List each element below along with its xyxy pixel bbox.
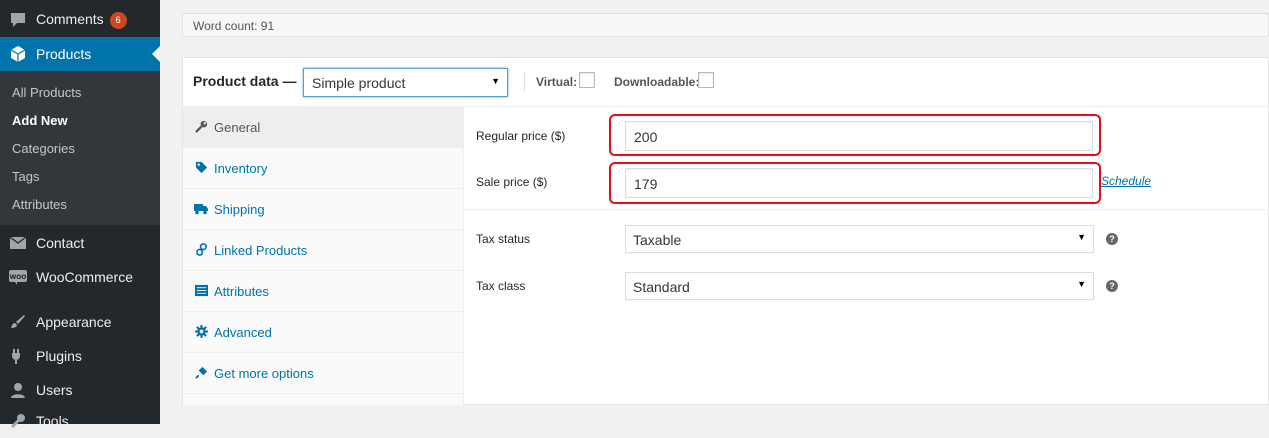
chevron-down-icon: ▼ xyxy=(1077,279,1086,289)
downloadable-checkbox[interactable] xyxy=(698,72,714,88)
chevron-down-icon: ▼ xyxy=(1077,232,1086,242)
menu-item-woocommerce[interactable]: WOO WooCommerce xyxy=(0,260,160,294)
product-type-value: Simple product xyxy=(312,75,406,91)
list-icon xyxy=(194,283,208,297)
menu-item-users[interactable]: Users xyxy=(0,373,160,407)
tax-class-label: Tax class xyxy=(476,279,526,293)
menu-label-appearance: Appearance xyxy=(36,314,112,330)
submenu-item-all-products[interactable]: All Products xyxy=(12,85,81,100)
tab-linked-products[interactable]: Linked Products xyxy=(183,230,463,271)
product-data-title: Product data — xyxy=(193,73,297,89)
help-icon[interactable]: ? xyxy=(1106,233,1118,245)
tab-inventory[interactable]: Inventory xyxy=(183,148,463,189)
virtual-checkbox[interactable] xyxy=(579,72,595,88)
downloadable-label: Downloadable: xyxy=(614,75,700,89)
editor-status-bar: Word count: 91 xyxy=(182,13,1269,37)
menu-item-plugins[interactable]: Plugins xyxy=(0,339,160,373)
menu-item-comments[interactable]: Comments 6 xyxy=(0,3,160,37)
tag-icon xyxy=(194,160,208,174)
tax-class-value: Standard xyxy=(633,279,690,295)
help-icon[interactable]: ? xyxy=(1106,280,1118,292)
sale-price-input[interactable]: 179 xyxy=(625,168,1093,198)
submenu-item-attributes[interactable]: Attributes xyxy=(12,197,67,212)
submenu-item-tags[interactable]: Tags xyxy=(12,169,39,184)
chevron-down-icon: ▼ xyxy=(491,76,500,86)
plug-icon xyxy=(194,365,208,379)
tax-status-label: Tax status xyxy=(476,232,531,246)
user-icon xyxy=(9,381,27,399)
menu-label-contact: Contact xyxy=(36,235,85,251)
products-submenu: All Products Add New Categories Tags Att… xyxy=(0,71,160,225)
panel-divider xyxy=(464,209,1269,210)
tax-class-select[interactable]: Standard ▼ xyxy=(625,272,1094,300)
menu-item-appearance[interactable]: Appearance xyxy=(0,305,160,339)
menu-label-products: Products xyxy=(36,46,92,62)
plug-icon xyxy=(9,347,27,365)
product-data-tabs: General Inventory Shipping Linked Produc… xyxy=(183,107,464,405)
general-panel: Regular price ($) 200 Sale price ($) 179… xyxy=(464,107,1269,405)
envelope-icon xyxy=(9,234,27,252)
tab-general[interactable]: General xyxy=(183,107,463,148)
tax-status-select[interactable]: Taxable ▼ xyxy=(625,225,1094,253)
product-data-header: Product data — Simple product ▼ Virtual:… xyxy=(183,58,1268,107)
menu-item-tools[interactable]: Tools xyxy=(0,404,160,438)
menu-label-plugins: Plugins xyxy=(36,348,82,364)
menu-label-woocommerce: WooCommerce xyxy=(36,269,133,285)
link-icon xyxy=(194,242,208,256)
word-count: Word count: 91 xyxy=(193,19,275,33)
tab-shipping[interactable]: Shipping xyxy=(183,189,463,230)
regular-price-label: Regular price ($) xyxy=(476,129,566,143)
submenu-item-add-new[interactable]: Add New xyxy=(12,113,68,128)
virtual-label: Virtual: xyxy=(536,75,578,89)
header-divider xyxy=(524,72,525,92)
paintbrush-icon xyxy=(9,313,27,331)
menu-label-tools: Tools xyxy=(36,413,69,429)
regular-price-input[interactable]: 200 xyxy=(625,121,1093,151)
svg-text:WOO: WOO xyxy=(10,274,27,281)
tax-status-value: Taxable xyxy=(633,232,682,248)
wrench-icon xyxy=(9,412,27,430)
menu-item-contact[interactable]: Contact xyxy=(0,226,160,260)
wrench-icon xyxy=(194,119,208,133)
sale-price-label: Sale price ($) xyxy=(476,175,548,189)
submenu-item-categories[interactable]: Categories xyxy=(12,141,75,156)
tab-attributes[interactable]: Attributes xyxy=(183,271,463,312)
woocommerce-icon: WOO xyxy=(9,268,27,286)
product-data-metabox: Product data — Simple product ▼ Virtual:… xyxy=(182,57,1269,405)
speech-bubble-icon xyxy=(9,11,27,29)
menu-item-products[interactable]: Products xyxy=(0,37,160,71)
truck-icon xyxy=(194,201,208,215)
menu-label-comments: Comments xyxy=(36,11,104,27)
regular-price-value: 200 xyxy=(634,129,658,145)
product-type-select[interactable]: Simple product ▼ xyxy=(303,68,508,97)
comments-count-badge: 6 xyxy=(109,12,127,29)
tab-advanced[interactable]: Advanced xyxy=(183,312,463,353)
sale-price-value: 179 xyxy=(634,176,658,192)
box-icon xyxy=(9,45,27,63)
tab-get-more-options[interactable]: Get more options xyxy=(183,353,463,394)
admin-sidebar: Comments 6 Products All Products Add New … xyxy=(0,0,160,429)
gear-icon xyxy=(194,324,208,338)
menu-label-users: Users xyxy=(36,382,73,398)
schedule-link[interactable]: Schedule xyxy=(1101,174,1151,188)
